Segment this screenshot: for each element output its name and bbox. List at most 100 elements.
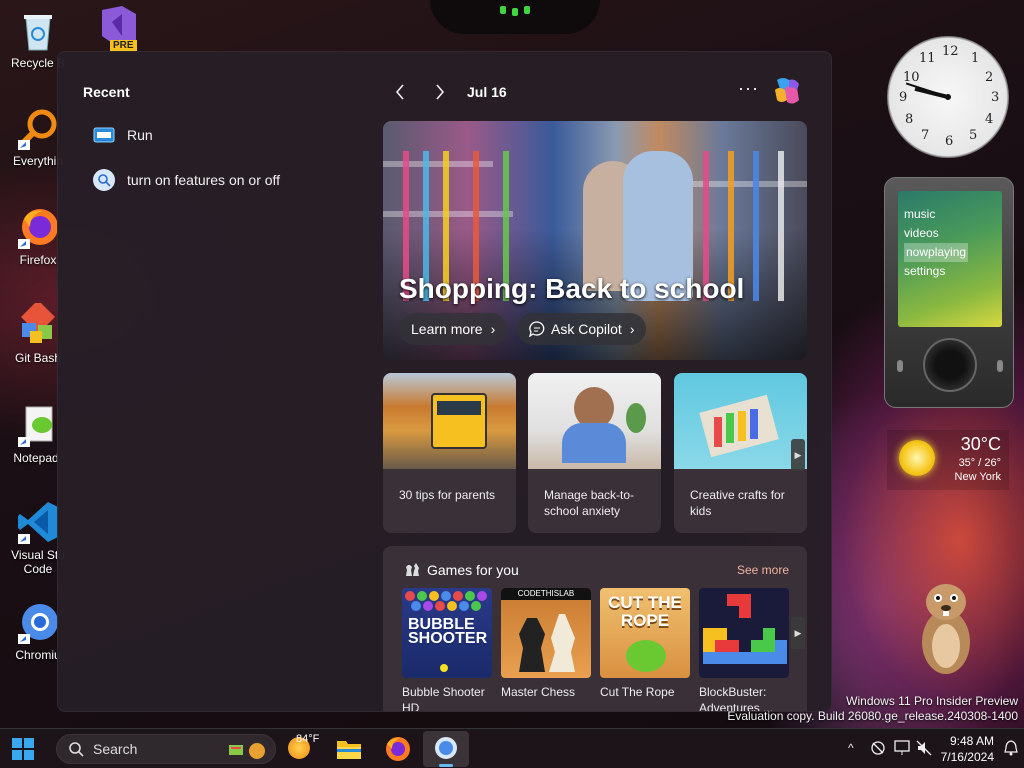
- watermark-line: Evaluation copy. Build 26080.ge_release.…: [727, 709, 1018, 723]
- cut-the-rope-artwork: CUT THE ROPE: [600, 588, 690, 678]
- master-chess-artwork: CODETHISLAB: [501, 588, 591, 678]
- taskbar-clock[interactable]: 9:48 AM 7/16/2024: [938, 733, 994, 765]
- media-menu-item-selected[interactable]: nowplaying: [904, 243, 969, 262]
- media-player-control-pad[interactable]: [923, 338, 977, 392]
- clock-numeral: 1: [971, 51, 980, 66]
- game-art-text: CUT THE ROPE: [608, 593, 682, 630]
- more-options-button[interactable]: ···: [738, 78, 759, 99]
- clock-numeral: 9: [899, 90, 908, 105]
- bubble-shooter-artwork: BUBBLE SHOOTER: [402, 588, 492, 678]
- media-menu-item[interactable]: settings: [904, 262, 968, 281]
- games-heading: Games for you: [427, 562, 519, 578]
- game-name: Bubble Shooter HD: [402, 685, 485, 712]
- active-app-button[interactable]: [423, 731, 469, 767]
- git-bash-icon: [16, 300, 60, 347]
- chromium-icon: [435, 737, 457, 759]
- chevron-right-icon: ›: [629, 321, 635, 337]
- shelf-decor: [683, 181, 807, 187]
- recent-heading: Recent: [83, 84, 130, 100]
- story-card-parents-tips[interactable]: 30 tips for parents: [383, 373, 516, 533]
- media-menu-item[interactable]: videos: [904, 224, 968, 243]
- sun-icon: [899, 440, 935, 476]
- firefox-icon: [16, 205, 60, 249]
- network-settings-icon[interactable]: [870, 739, 886, 760]
- learn-more-button[interactable]: Learn more ›: [399, 313, 508, 345]
- search-icon: [93, 169, 115, 191]
- notification-bell-icon[interactable]: [1004, 739, 1018, 757]
- shelf-decor: [753, 151, 759, 301]
- clock-numeral: 4: [985, 112, 994, 127]
- feed-date: Jul 16: [467, 84, 507, 100]
- clock-numeral: 8: [905, 112, 914, 127]
- media-player-menu: music videos nowplaying settings: [904, 205, 969, 281]
- volume-muted-icon[interactable]: [916, 739, 932, 760]
- clock-numeral: 11: [919, 51, 936, 66]
- everything-search-icon: [16, 106, 60, 150]
- display-icon[interactable]: [894, 739, 910, 760]
- hero-title[interactable]: Shopping: Back to school: [399, 273, 744, 305]
- previous-day-button[interactable]: [390, 82, 410, 102]
- play-button[interactable]: [997, 360, 1003, 372]
- blockbuster-artwork: [699, 588, 789, 678]
- start-button[interactable]: [12, 738, 34, 760]
- widgets-panel: Recent Run turn on features on or off Ju…: [57, 51, 832, 712]
- file-explorer-button[interactable]: [335, 735, 363, 763]
- search-highlight-icon: [227, 741, 267, 764]
- taskbar: Search 84°F ^ 9:48 AM 7/16/2024: [0, 728, 1024, 768]
- firefox-taskbar-button[interactable]: [384, 735, 412, 763]
- windows-watermark: Windows 11 Pro Insider Preview Evaluatio…: [727, 694, 1018, 724]
- clock-numeral: 12: [942, 44, 959, 59]
- clock-numeral: 6: [945, 134, 954, 149]
- chat-bubble-icon: [529, 321, 545, 337]
- clock-numeral: 5: [969, 128, 978, 143]
- hero-story-card[interactable]: Shopping: Back to school Learn more › As…: [383, 121, 807, 360]
- visual-studio-preview-icon[interactable]: PRE: [92, 6, 142, 51]
- game-art-text: BUBBLE SHOOTER: [408, 616, 488, 647]
- firefox-icon: [386, 737, 410, 761]
- game-tile-cut-the-rope[interactable]: CUT THE ROPE Cut The Rope: [600, 588, 690, 700]
- game-name: Master Chess: [501, 685, 576, 699]
- copilot-icon[interactable]: [771, 76, 803, 106]
- analog-clock-gadget[interactable]: 12 1 2 3 4 5 6 7 8 9 10 11: [887, 36, 1009, 158]
- chevron-right-icon: [436, 84, 445, 100]
- notepad-plus-icon: [16, 403, 60, 447]
- next-day-button[interactable]: [430, 82, 450, 102]
- game-tile-master-chess[interactable]: CODETHISLAB Master Chess: [501, 588, 591, 700]
- weather-gadget[interactable]: 30°C 35° / 26° New York: [887, 430, 1009, 490]
- clock-numeral: 2: [985, 70, 994, 85]
- games-section: Games for you See more BUBBLE SHOOTER Bu…: [383, 546, 807, 712]
- clock-numeral: 7: [921, 128, 930, 143]
- taskbar-date: 7/16/2024: [940, 750, 994, 764]
- crafts-thumbnail: [674, 373, 807, 469]
- games-scroll-right-button[interactable]: ▶: [791, 617, 805, 649]
- recent-item-search[interactable]: turn on features on or off: [93, 169, 280, 191]
- scroll-right-button[interactable]: ▶: [791, 439, 805, 471]
- story-card-crafts[interactable]: Creative crafts for kids: [674, 373, 807, 533]
- watermark-line: Windows 11 Pro Insider Preview: [846, 694, 1018, 708]
- weather-range: 35° / 26°: [958, 457, 1001, 469]
- desktop-pet-gopher[interactable]: [914, 580, 978, 676]
- recycle-bin-icon: [16, 8, 60, 52]
- card-caption: Manage back-to-school anxiety: [544, 488, 635, 518]
- recent-item-run[interactable]: Run: [93, 124, 153, 146]
- recent-item-label: turn on features on or off: [127, 172, 281, 188]
- game-name: Cut The Rope: [600, 685, 675, 699]
- chess-pieces-icon: [403, 560, 421, 578]
- clock-numeral: 3: [991, 90, 1000, 105]
- vscode-icon: [16, 500, 60, 544]
- ask-copilot-button[interactable]: Ask Copilot ›: [517, 313, 647, 345]
- chevron-right-icon: ›: [490, 321, 496, 337]
- story-card-school-anxiety[interactable]: Manage back-to-school anxiety: [528, 373, 661, 533]
- show-hidden-icons-button[interactable]: ^: [848, 741, 854, 755]
- game-tile-bubble-shooter[interactable]: BUBBLE SHOOTER Bubble Shooter HD: [402, 588, 492, 712]
- taskbar-search-box[interactable]: Search: [56, 734, 276, 764]
- taskbar-time: 9:48 AM: [949, 734, 994, 748]
- media-menu-item[interactable]: music: [904, 205, 968, 224]
- preview-badge: PRE: [110, 40, 137, 51]
- indicator-light: [524, 6, 530, 14]
- back-button[interactable]: [897, 360, 903, 372]
- media-player-gadget[interactable]: music videos nowplaying settings: [884, 177, 1014, 408]
- shelf-decor: [778, 151, 784, 301]
- see-more-link[interactable]: See more: [737, 563, 789, 577]
- game-art-text: CODETHISLAB: [501, 588, 591, 600]
